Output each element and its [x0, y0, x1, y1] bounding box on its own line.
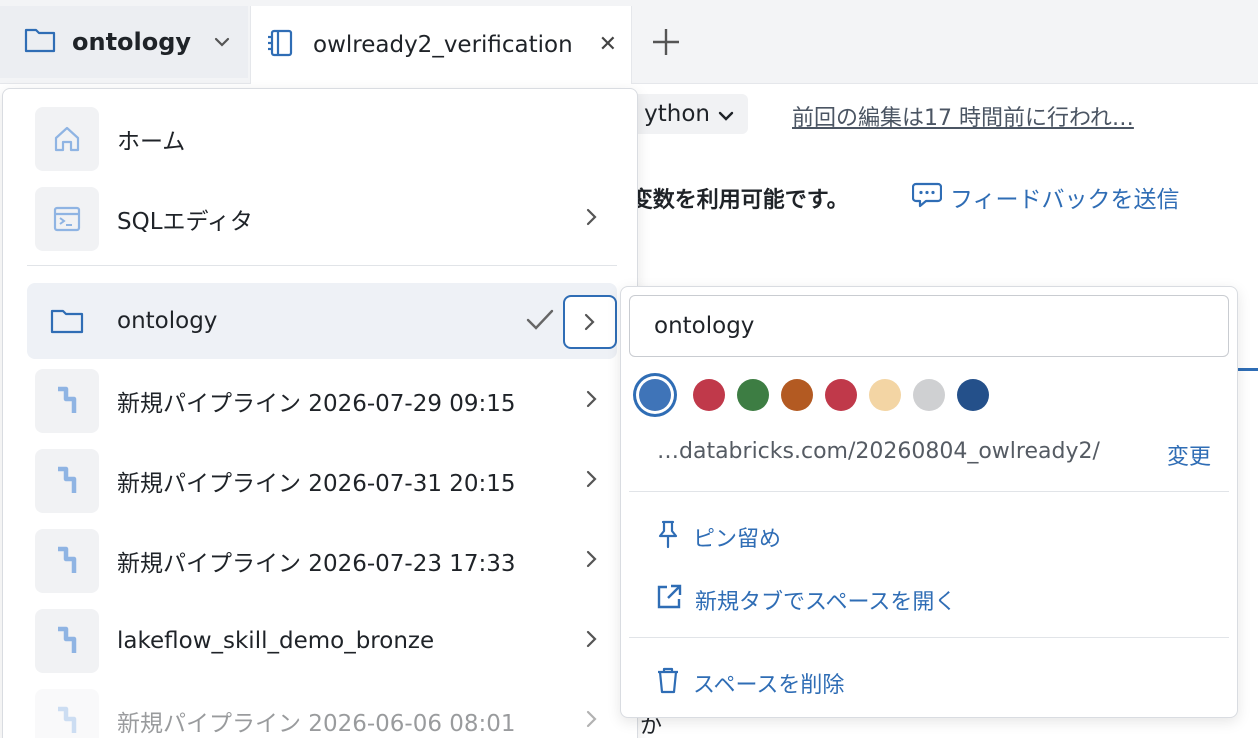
menu-item-label: ホーム — [117, 129, 186, 155]
menu-divider — [629, 491, 1229, 492]
active-tab-indicator — [1236, 368, 1258, 371]
checkmark-icon — [525, 307, 555, 337]
color-swatch-green[interactable] — [737, 379, 769, 411]
plus-icon — [653, 29, 679, 55]
menu-item-label: lakeflow_skill_demo_bronze — [117, 628, 435, 654]
color-swatch-navy[interactable] — [957, 379, 989, 411]
workspace-label: ontology — [72, 28, 192, 56]
chevron-right-icon — [585, 629, 599, 653]
menu-item-home[interactable]: ホーム — [27, 101, 617, 177]
chevron-right-icon — [585, 207, 599, 231]
close-icon[interactable]: ✕ — [599, 32, 617, 57]
pin-icon — [655, 519, 681, 555]
language-label: ython — [644, 101, 710, 127]
pipeline-icon — [35, 369, 99, 433]
workspace-switcher[interactable]: ontology — [0, 6, 248, 78]
menu-item-sql-editor[interactable]: SQLエディタ — [27, 181, 617, 257]
external-link-icon — [655, 583, 683, 617]
color-swatch-beige[interactable] — [869, 379, 901, 411]
trash-icon — [655, 665, 681, 701]
menu-item-label: ontology — [117, 308, 218, 334]
open-new-tab-label: 新規タブでスペースを開く — [695, 590, 957, 615]
space-name-input[interactable] — [629, 295, 1229, 357]
open-submenu-button[interactable] — [563, 295, 617, 349]
chevron-down-icon — [718, 101, 734, 127]
menu-item-label: 新規パイプライン 2026-07-23 17:33 — [117, 551, 516, 577]
delete-space-label: スペースを削除 — [693, 673, 845, 698]
pipeline-icon — [35, 689, 99, 738]
folder-icon — [24, 26, 56, 58]
add-tab-button[interactable] — [650, 26, 682, 58]
menu-item-label: 新規パイプライン 2026-06-06 08:01 — [117, 711, 516, 737]
tab-notebook-label: owlready2_verification — [313, 32, 573, 58]
chat-bubble-icon — [911, 180, 943, 214]
feedback-link[interactable]: フィードバックを送信 — [911, 180, 1180, 214]
space-settings-panel: …databricks.com/20260804_owlready2/ 変更 ピ… — [620, 286, 1238, 718]
open-in-new-tab-button[interactable]: 新規タブでスペースを開く — [655, 583, 956, 617]
color-swatch-blue[interactable] — [639, 379, 671, 411]
color-swatch-crimson[interactable] — [825, 379, 857, 411]
menu-item-pipeline[interactable]: 新規パイプライン 2026-07-31 20:15 — [27, 443, 617, 519]
tab-notebook[interactable]: owlready2_verification ✕ — [250, 6, 632, 84]
workspace-dropdown: ホーム SQLエディタ ontology 新規パイプライン 2026-07-29… — [2, 88, 638, 738]
change-path-link[interactable]: 変更 — [1167, 439, 1211, 471]
chevron-right-icon — [585, 549, 599, 573]
chevron-right-icon — [584, 313, 595, 331]
color-swatch-red[interactable] — [693, 379, 725, 411]
pin-label: ピン留め — [693, 527, 782, 552]
color-swatch-gray[interactable] — [913, 379, 945, 411]
menu-item-label: SQLエディタ — [117, 209, 253, 235]
menu-divider — [27, 265, 617, 266]
chevron-down-icon — [213, 33, 231, 52]
menu-item-label: 新規パイプライン 2026-07-31 20:15 — [117, 471, 516, 497]
menu-item-pipeline[interactable]: 新規パイプライン 2026-07-29 09:15 — [27, 363, 617, 439]
pin-button[interactable]: ピン留め — [655, 519, 781, 555]
chevron-right-icon — [585, 469, 599, 493]
home-icon — [35, 107, 99, 171]
chevron-right-icon — [585, 389, 599, 413]
menu-divider — [629, 637, 1229, 638]
menu-item-pipeline[interactable]: 新規パイプライン 2026-06-06 08:01 — [27, 683, 617, 738]
menu-item-pipeline[interactable]: lakeflow_skill_demo_bronze — [27, 603, 617, 679]
menu-item-pipeline[interactable]: 新規パイプライン 2026-07-23 17:33 — [27, 523, 617, 599]
sql-editor-icon — [35, 187, 99, 251]
delete-space-button[interactable]: スペースを削除 — [655, 665, 844, 701]
folder-icon — [35, 289, 99, 353]
menu-item-label: 新規パイプライン 2026-07-29 09:15 — [117, 391, 516, 417]
feedback-label: フィードバックを送信 — [950, 187, 1180, 213]
pipeline-icon — [35, 449, 99, 513]
space-path: …databricks.com/20260804_owlready2/ — [657, 439, 1100, 464]
last-edited-link[interactable]: 前回の編集は17 時間前に行われ… — [792, 100, 1134, 132]
color-swatch-orange[interactable] — [781, 379, 813, 411]
chevron-right-icon — [585, 709, 599, 733]
menu-item-ontology[interactable]: ontology — [27, 283, 617, 359]
notebook-icon — [265, 28, 295, 62]
tab-bar: ontology owlready2_verification ✕ — [0, 0, 1258, 84]
pipeline-icon — [35, 609, 99, 673]
pipeline-icon — [35, 529, 99, 593]
